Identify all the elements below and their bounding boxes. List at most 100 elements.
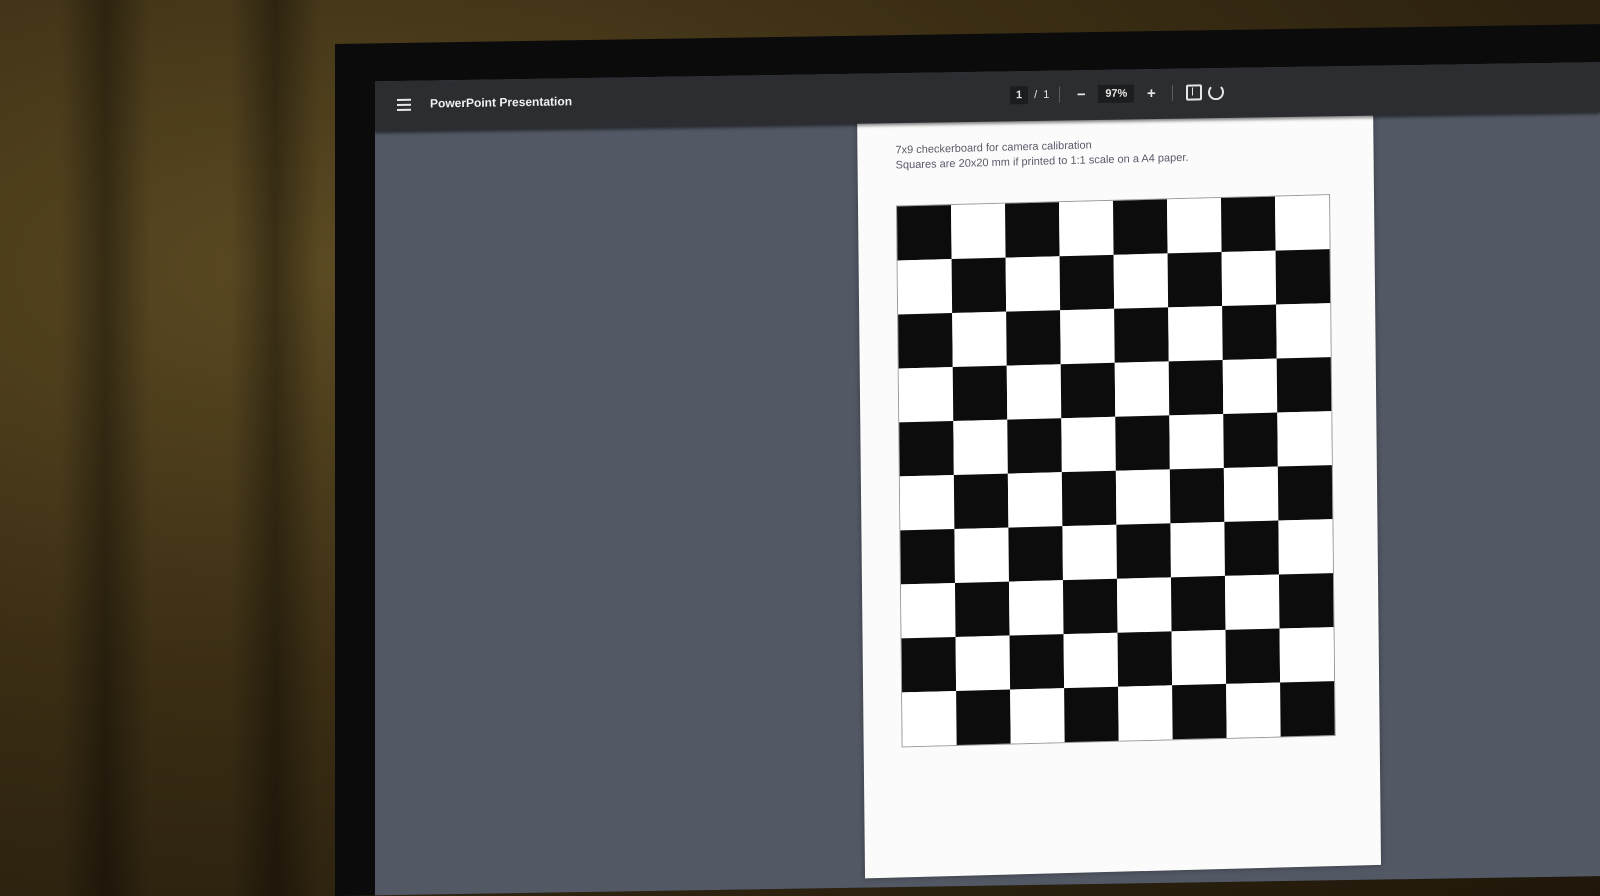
checker-square-light bbox=[954, 527, 1009, 583]
checker-square-light bbox=[1221, 250, 1277, 306]
checker-square-light bbox=[1115, 469, 1171, 525]
checker-square-dark bbox=[898, 313, 953, 369]
checker-square-dark bbox=[1007, 418, 1062, 474]
checker-square-light bbox=[1113, 253, 1169, 309]
page-caption: 7x9 checkerboard for camera calibration … bbox=[895, 136, 1188, 174]
checker-square-dark bbox=[956, 689, 1011, 745]
checker-square-light bbox=[955, 635, 1011, 691]
checker-square-light bbox=[902, 690, 957, 747]
checker-square-dark bbox=[1009, 634, 1065, 690]
checker-square-light bbox=[1167, 197, 1222, 254]
checker-square-light bbox=[1007, 472, 1063, 528]
checker-square-dark bbox=[1116, 523, 1171, 579]
checker-square-dark bbox=[1059, 254, 1115, 311]
checker-square-dark bbox=[953, 473, 1009, 529]
checker-square-dark bbox=[899, 421, 954, 477]
checker-square-light bbox=[1274, 195, 1330, 251]
checker-square-light bbox=[1169, 413, 1224, 470]
checker-square-dark bbox=[901, 636, 957, 693]
checker-square-light bbox=[900, 582, 956, 639]
checker-square-dark bbox=[897, 205, 952, 261]
checker-square-light bbox=[898, 367, 954, 423]
page-zoom-controls: 1 / 1 − 97% + bbox=[1010, 79, 1227, 108]
checker-square-light bbox=[897, 259, 953, 315]
checker-square-dark bbox=[1170, 575, 1226, 632]
page-number-input[interactable]: 1 bbox=[1010, 86, 1029, 105]
checker-square-dark bbox=[1005, 202, 1060, 258]
checker-square-light bbox=[1008, 580, 1064, 636]
checker-square-dark bbox=[1225, 628, 1281, 684]
monitor-bezel: PowerPoint Presentation 1 / 1 − 97% + 7x… bbox=[335, 24, 1600, 896]
checker-square-light bbox=[1062, 524, 1117, 581]
checker-square-dark bbox=[1277, 465, 1333, 521]
checker-square-dark bbox=[1113, 199, 1168, 255]
checker-square-dark bbox=[1117, 631, 1173, 687]
toolbar-divider bbox=[1172, 84, 1174, 101]
checker-square-dark bbox=[1061, 470, 1117, 527]
checker-square-dark bbox=[1172, 683, 1227, 740]
checker-square-dark bbox=[1224, 520, 1279, 576]
checker-square-dark bbox=[952, 365, 1008, 422]
toolbar-divider bbox=[1059, 86, 1061, 103]
checker-square-light bbox=[1222, 358, 1278, 414]
rotate-icon bbox=[1208, 84, 1225, 101]
viewer-toolbar: PowerPoint Presentation 1 / 1 − 97% + bbox=[375, 62, 1600, 132]
checker-square-light bbox=[1006, 364, 1062, 420]
checker-square-light bbox=[1005, 256, 1061, 312]
checker-square-dark bbox=[1278, 573, 1334, 629]
checker-square-light bbox=[899, 475, 955, 531]
zoom-out-button[interactable]: − bbox=[1070, 83, 1092, 105]
background-shadow bbox=[230, 0, 320, 896]
fit-to-page-button[interactable] bbox=[1183, 81, 1205, 103]
checker-square-light bbox=[952, 311, 1007, 368]
zoom-in-button[interactable]: + bbox=[1140, 82, 1162, 104]
rotate-button[interactable] bbox=[1205, 81, 1227, 103]
checker-square-dark bbox=[1223, 412, 1278, 468]
pdf-viewer: PowerPoint Presentation 1 / 1 − 97% + 7x… bbox=[375, 62, 1600, 896]
checker-square-dark bbox=[954, 581, 1010, 637]
background-shadow bbox=[60, 0, 150, 896]
page-total: 1 bbox=[1043, 88, 1050, 101]
checker-square-light bbox=[951, 203, 1006, 260]
checker-square-dark bbox=[1169, 467, 1225, 524]
checker-square-dark bbox=[1275, 249, 1331, 305]
checker-square-light bbox=[1171, 629, 1227, 686]
checker-square-light bbox=[1116, 577, 1172, 633]
checker-square-light bbox=[1114, 361, 1170, 417]
document-title: PowerPoint Presentation bbox=[430, 94, 573, 111]
checker-square-dark bbox=[1114, 307, 1169, 363]
checker-square-light bbox=[1118, 685, 1173, 741]
checker-square-dark bbox=[1006, 310, 1061, 366]
checker-square-dark bbox=[1167, 251, 1223, 308]
checker-square-light bbox=[1059, 200, 1114, 257]
checker-square-light bbox=[1060, 308, 1115, 365]
checker-square-dark bbox=[1115, 415, 1170, 471]
checkerboard bbox=[896, 194, 1336, 748]
checker-square-dark bbox=[1222, 304, 1277, 360]
checker-square-light bbox=[1168, 305, 1223, 362]
checker-square-light bbox=[1278, 519, 1333, 575]
page-separator: / bbox=[1034, 88, 1038, 102]
checker-square-light bbox=[1223, 466, 1279, 522]
zoom-level-input[interactable]: 97% bbox=[1098, 84, 1135, 104]
checker-square-light bbox=[953, 419, 1008, 476]
checker-square-light bbox=[1061, 416, 1116, 473]
checker-square-light bbox=[1279, 627, 1335, 683]
checker-square-light bbox=[1170, 521, 1225, 578]
checker-square-dark bbox=[1276, 357, 1332, 413]
pdf-page: 7x9 checkerboard for camera calibration … bbox=[856, 95, 1382, 879]
checker-square-light bbox=[1276, 303, 1331, 359]
hamburger-menu-icon[interactable] bbox=[397, 98, 411, 112]
checker-square-dark bbox=[1062, 578, 1118, 635]
checker-square-dark bbox=[951, 257, 1007, 314]
checker-square-light bbox=[1277, 411, 1332, 467]
checker-square-dark bbox=[1064, 686, 1119, 743]
checker-square-dark bbox=[1060, 362, 1116, 419]
checker-square-light bbox=[1226, 682, 1281, 738]
checker-square-dark bbox=[900, 528, 955, 585]
checker-square-dark bbox=[1220, 196, 1276, 252]
fit-to-page-icon bbox=[1186, 84, 1203, 101]
checker-square-light bbox=[1010, 688, 1065, 744]
checker-square-dark bbox=[1168, 359, 1224, 416]
checker-square-light bbox=[1224, 574, 1280, 630]
